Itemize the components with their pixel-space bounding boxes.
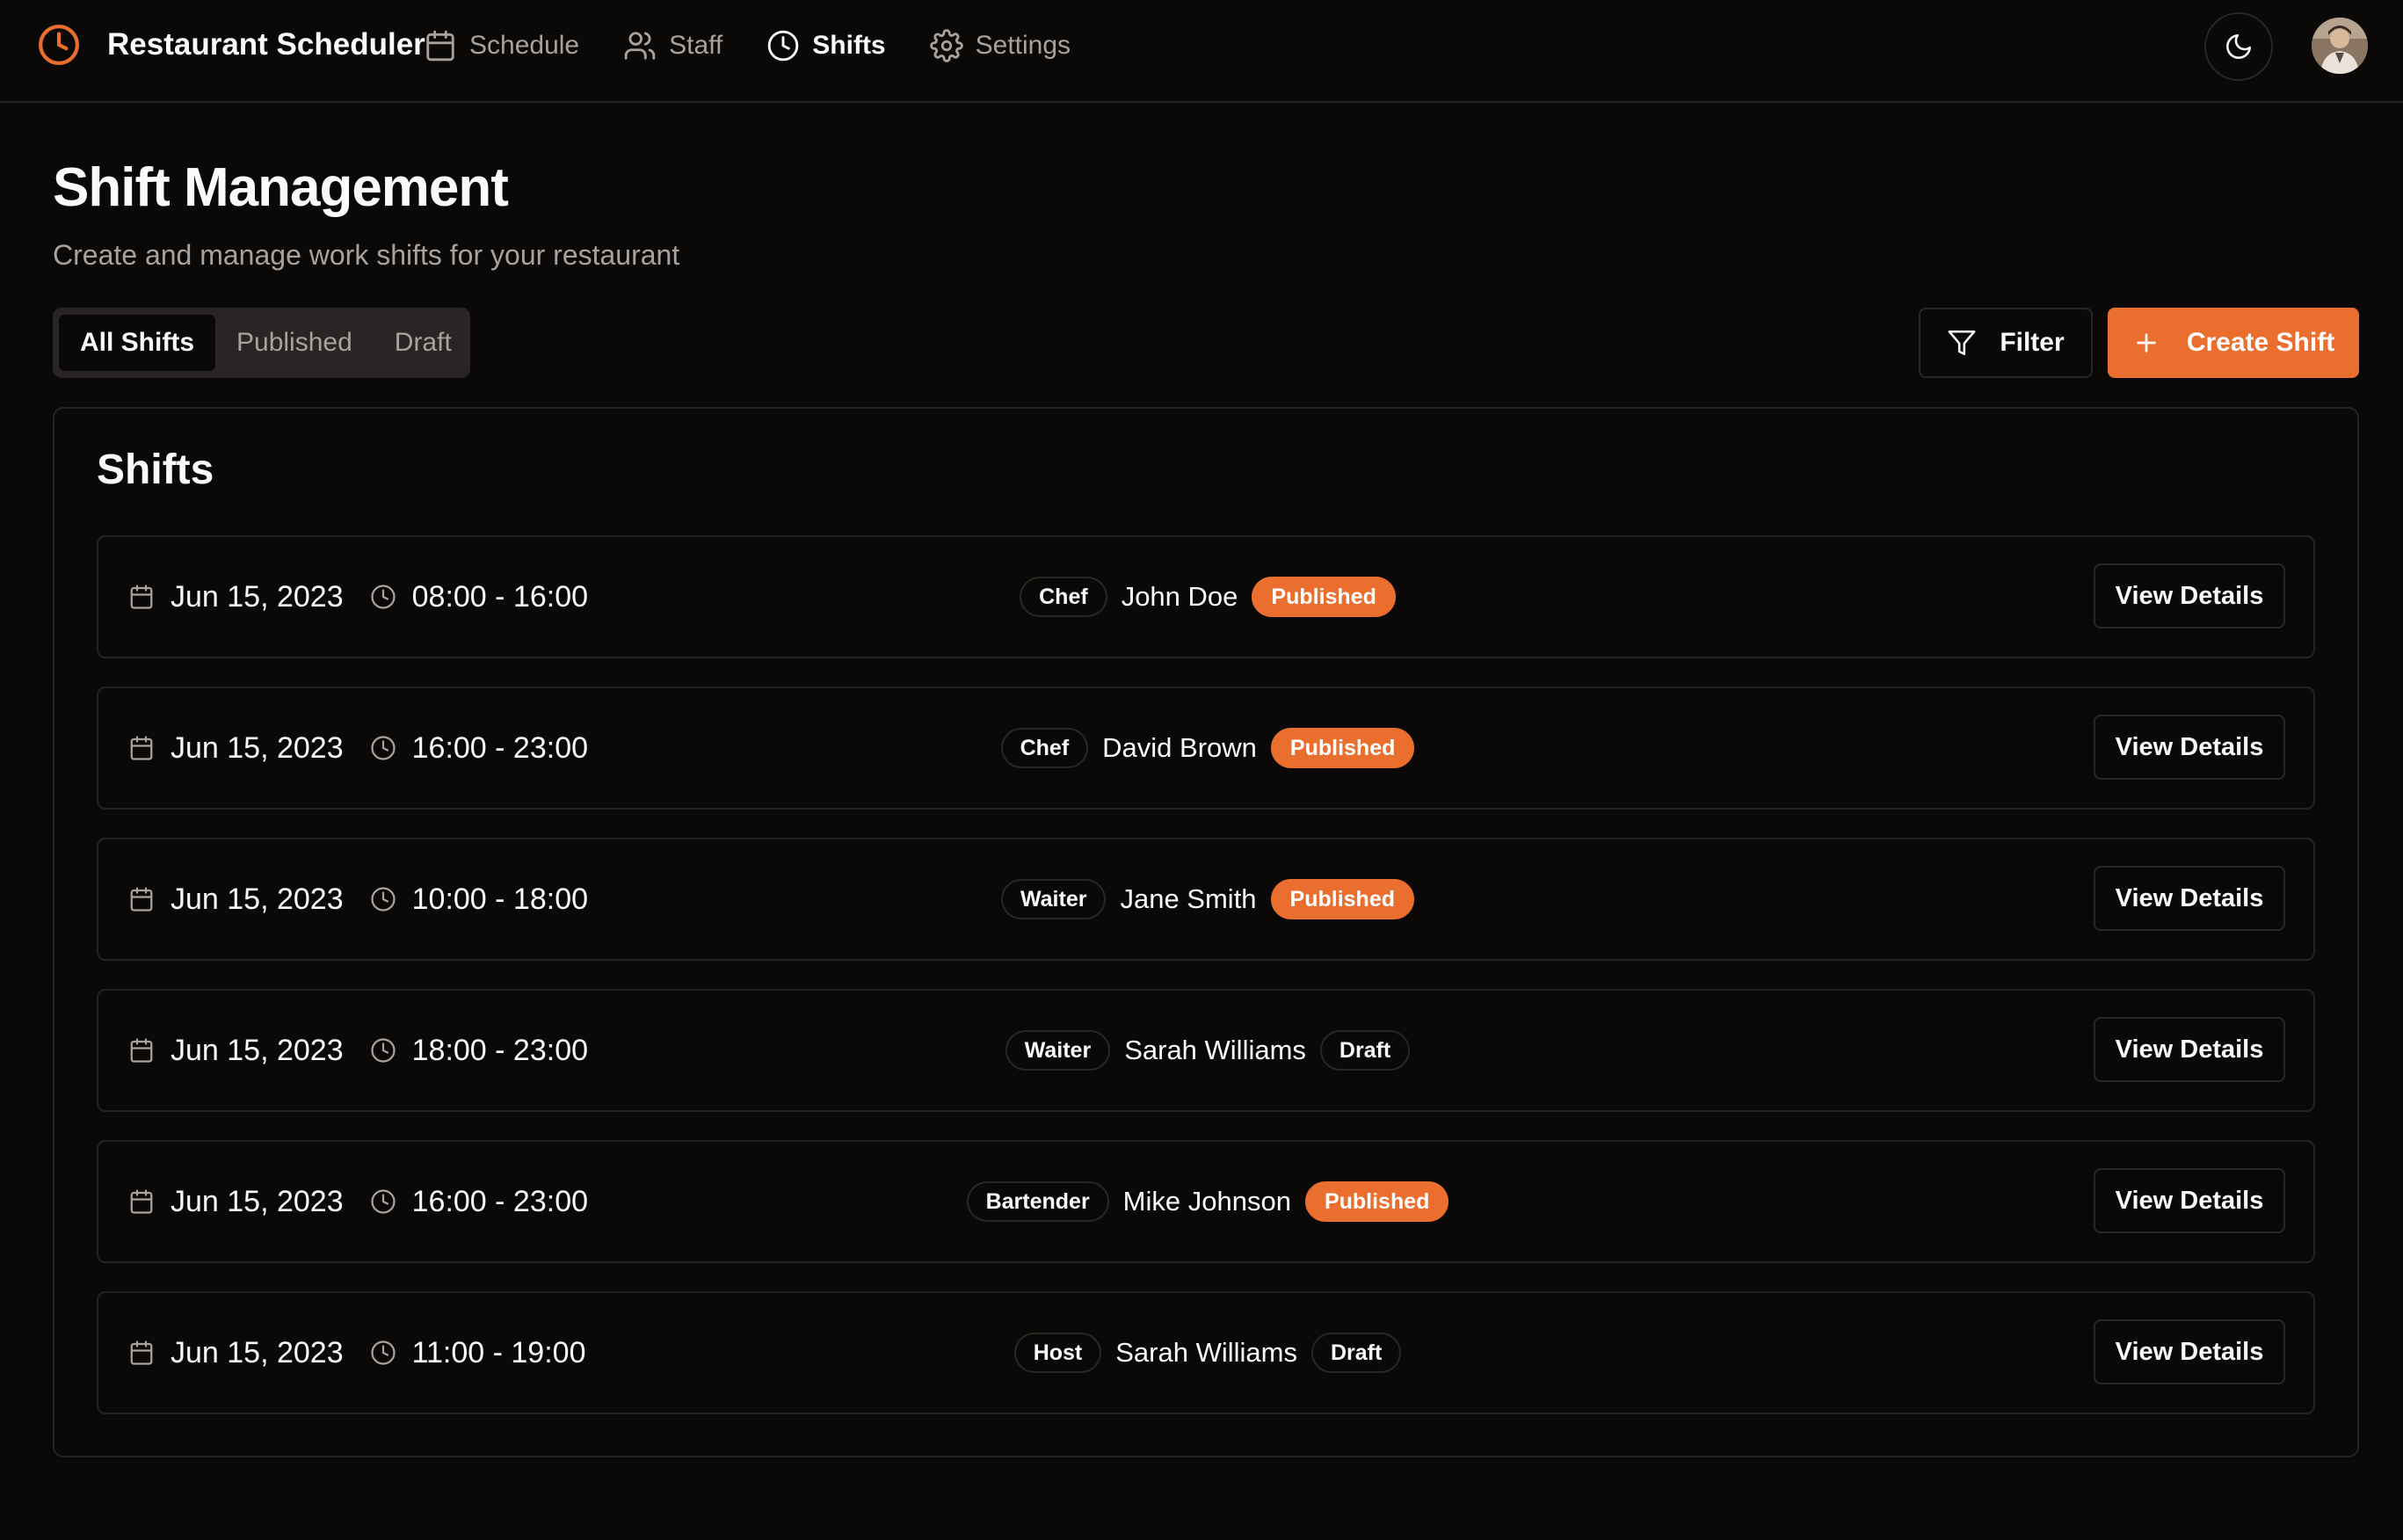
shift-filter-tabs: All Shifts Published Draft [53,308,470,378]
staff-name: Sarah Williams [1124,1035,1306,1065]
gear-icon [929,29,963,62]
role-badge: Waiter [1005,1030,1111,1071]
role-badge: Host [1013,1333,1102,1373]
role-badge: Waiter [1000,879,1107,919]
shift-date: Jun 15, 2023 [171,882,344,916]
shift-date: Jun 15, 2023 [171,579,344,614]
nav-item-label: Schedule [469,31,580,60]
staff-name: Jane Smith [1120,883,1257,914]
main-nav: Schedule Staff Shifts Settings [424,25,1114,67]
status-badge: Draft [1310,1333,1402,1373]
calendar-icon [130,1189,153,1214]
nav-item-label: Staff [669,31,723,60]
calendar-icon [130,736,153,760]
calendar-icon [130,1038,153,1063]
shift-date: Jun 15, 2023 [171,1335,344,1369]
shift-row: Jun 15, 2023 08:00 - 16:00 Chef John Doe… [97,535,2315,658]
staff-name: David Brown [1102,732,1257,763]
shift-time: 18:00 - 23:00 [411,1033,589,1067]
clock-icon [371,736,396,760]
shift-date: Jun 15, 2023 [171,1184,344,1218]
theme-toggle-button[interactable] [2204,12,2273,81]
calendar-icon [426,30,454,62]
nav-item-schedule[interactable]: Schedule [424,29,579,62]
clock-icon [39,25,79,65]
staff-name: Mike Johnson [1122,1186,1291,1217]
clock-icon [371,1038,396,1063]
filter-button[interactable]: Filter [1919,308,2093,378]
shift-time: 10:00 - 18:00 [411,882,589,916]
nav-item-staff[interactable]: Staff [623,29,722,62]
clock-icon [371,1340,396,1365]
shift-datetime: Jun 15, 2023 16:00 - 23:00 [128,1142,588,1261]
filter-icon [1948,330,1976,356]
shift-datetime: Jun 15, 2023 11:00 - 19:00 [128,1293,585,1413]
shift-date: Jun 15, 2023 [171,1033,344,1067]
view-details-button[interactable]: View Details [2094,1319,2285,1384]
shifts-card: Shifts Jun 15, 2023 08:00 - 16:00 Chef J… [53,407,2359,1457]
shift-row: Jun 15, 2023 11:00 - 19:00 Host Sarah Wi… [97,1291,2315,1414]
filter-button-label: Filter [2000,328,2065,357]
status-badge: Published [1304,1181,1449,1222]
nav-item-label: Settings [975,31,1071,60]
shift-date: Jun 15, 2023 [171,730,344,765]
view-details-button[interactable]: View Details [2094,866,2285,931]
status-badge: Published [1270,728,1415,768]
tab-draft[interactable]: Draft [374,315,473,371]
role-badge: Chef [1000,728,1089,768]
role-badge: Chef [1020,577,1107,617]
shift-datetime: Jun 15, 2023 16:00 - 23:00 [128,688,588,808]
status-badge: Published [1270,879,1415,919]
plus-icon [2137,333,2156,352]
clock-icon [768,30,799,62]
clock-icon [371,585,396,609]
shift-row: Jun 15, 2023 16:00 - 23:00 Chef David Br… [97,686,2315,810]
shift-time: 16:00 - 23:00 [411,730,589,765]
nav-item-label: Shifts [812,31,886,60]
view-details-button[interactable]: View Details [2094,1168,2285,1233]
nav-item-settings[interactable]: Settings [929,29,1071,62]
clock-icon [371,887,396,912]
shift-time: 11:00 - 19:00 [411,1335,586,1369]
shift-datetime: Jun 15, 2023 08:00 - 16:00 [128,537,588,657]
status-badge: Draft [1319,1030,1411,1071]
view-details-button[interactable]: View Details [2094,563,2285,628]
shift-time: 08:00 - 16:00 [411,579,589,614]
brand[interactable]: Restaurant Scheduler [37,23,425,67]
shift-list: Jun 15, 2023 08:00 - 16:00 Chef John Doe… [97,535,2315,1442]
calendar-icon [130,585,153,609]
page-subtitle: Create and manage work shifts for your r… [53,239,680,271]
avatar[interactable] [2312,18,2368,74]
card-title: Shifts [97,447,214,493]
shift-datetime: Jun 15, 2023 10:00 - 18:00 [128,839,588,959]
shift-datetime: Jun 15, 2023 18:00 - 23:00 [128,991,588,1110]
view-details-button[interactable]: View Details [2094,1017,2285,1082]
shift-time: 16:00 - 23:00 [411,1184,589,1218]
moon-icon [2226,33,2252,59]
nav-item-shifts[interactable]: Shifts [766,29,886,62]
view-details-button[interactable]: View Details [2094,715,2285,780]
shift-row: Jun 15, 2023 16:00 - 23:00 Bartender Mik… [97,1140,2315,1263]
tab-published[interactable]: Published [215,315,374,371]
shift-row: Jun 15, 2023 18:00 - 23:00 Waiter Sarah … [97,989,2315,1112]
calendar-icon [130,1340,153,1365]
shift-row: Jun 15, 2023 10:00 - 18:00 Waiter Jane S… [97,838,2315,961]
users-icon [624,32,656,60]
tab-all-shifts[interactable]: All Shifts [59,315,216,371]
role-badge: Bartender [966,1181,1109,1222]
calendar-icon [130,887,153,912]
page-title: Shift Management [53,157,509,218]
create-shift-button[interactable]: Create Shift [2108,308,2359,378]
create-shift-label: Create Shift [2186,328,2335,357]
user-avatar-image [2312,18,2368,74]
staff-name: John Doe [1121,581,1238,612]
staff-name: Sarah Williams [1115,1337,1297,1368]
app-name: Restaurant Scheduler [107,27,425,62]
status-badge: Published [1252,577,1396,617]
top-navbar: Restaurant Scheduler Schedule Staff Shif… [0,0,2403,103]
clock-icon [371,1189,396,1214]
